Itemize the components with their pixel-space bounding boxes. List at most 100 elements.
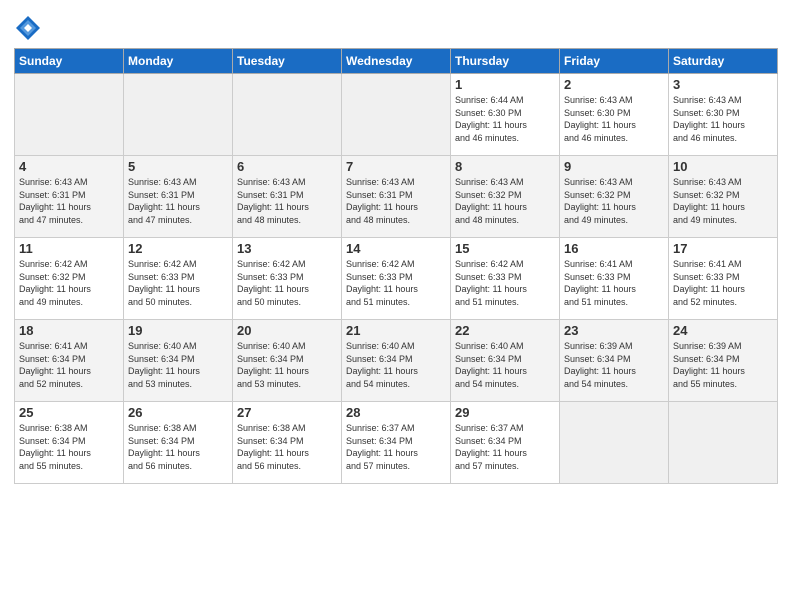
day-info: Sunrise: 6:42 AMSunset: 6:33 PMDaylight:… <box>237 258 337 308</box>
day-cell: 25 Sunrise: 6:38 AMSunset: 6:34 PMDayligh… <box>15 402 124 484</box>
day-cell: 27 Sunrise: 6:38 AMSunset: 6:34 PMDayligh… <box>233 402 342 484</box>
day-info: Sunrise: 6:42 AMSunset: 6:33 PMDaylight:… <box>455 258 555 308</box>
day-cell: 15Sunrise: 6:42 AMSunset: 6:33 PMDayligh… <box>451 238 560 320</box>
day-info: Sunrise: 6:37 AMSunset: 6:34 PMDaylight:… <box>346 422 446 472</box>
header <box>14 10 778 42</box>
day-cell <box>233 74 342 156</box>
day-cell: 24 Sunrise: 6:39 AMSunset: 6:34 PMDayligh… <box>669 320 778 402</box>
col-header-saturday: Saturday <box>669 49 778 74</box>
day-info: Sunrise: 6:40 AMSunset: 6:34 PMDaylight:… <box>237 340 337 390</box>
day-info: Sunrise: 6:41 AMSunset: 6:33 PMDaylight:… <box>564 258 664 308</box>
day-info: Sunrise: 6:38 AMSunset: 6:34 PMDaylight:… <box>19 422 119 472</box>
day-info: Sunrise: 6:39 AMSunset: 6:34 PMDaylight:… <box>564 340 664 390</box>
day-info: Sunrise: 6:37 AMSunset: 6:34 PMDaylight:… <box>455 422 555 472</box>
day-number: 1 <box>455 77 555 92</box>
day-cell: 5 Sunrise: 6:43 AMSunset: 6:31 PMDaylight… <box>124 156 233 238</box>
day-info: Sunrise: 6:42 AMSunset: 6:33 PMDaylight:… <box>346 258 446 308</box>
day-number: 11 <box>19 241 119 256</box>
day-cell: 8Sunrise: 6:43 AMSunset: 6:32 PMDaylight… <box>451 156 560 238</box>
day-cell <box>560 402 669 484</box>
day-info: Sunrise: 6:40 AMSunset: 6:34 PMDaylight:… <box>128 340 228 390</box>
day-info: Sunrise: 6:43 AMSunset: 6:31 PMDaylight:… <box>237 176 337 226</box>
day-cell: 9 Sunrise: 6:43 AMSunset: 6:32 PMDaylight… <box>560 156 669 238</box>
day-cell <box>669 402 778 484</box>
day-info: Sunrise: 6:43 AMSunset: 6:32 PMDaylight:… <box>455 176 555 226</box>
day-cell: 16 Sunrise: 6:41 AMSunset: 6:33 PMDayligh… <box>560 238 669 320</box>
day-info: Sunrise: 6:38 AMSunset: 6:34 PMDaylight:… <box>128 422 228 472</box>
day-number: 16 <box>564 241 664 256</box>
day-number: 25 <box>19 405 119 420</box>
day-number: 29 <box>455 405 555 420</box>
day-number: 4 <box>19 159 119 174</box>
day-number: 5 <box>128 159 228 174</box>
day-number: 18 <box>19 323 119 338</box>
day-number: 20 <box>237 323 337 338</box>
col-header-monday: Monday <box>124 49 233 74</box>
day-number: 22 <box>455 323 555 338</box>
day-cell: 20 Sunrise: 6:40 AMSunset: 6:34 PMDayligh… <box>233 320 342 402</box>
day-cell: 29 Sunrise: 6:37 AMSunset: 6:34 PMDayligh… <box>451 402 560 484</box>
day-cell: 11 Sunrise: 6:42 AMSunset: 6:32 PMDayligh… <box>15 238 124 320</box>
day-cell: 26 Sunrise: 6:38 AMSunset: 6:34 PMDayligh… <box>124 402 233 484</box>
day-info: Sunrise: 6:41 AMSunset: 6:34 PMDaylight:… <box>19 340 119 390</box>
day-cell: 13 Sunrise: 6:42 AMSunset: 6:33 PMDayligh… <box>233 238 342 320</box>
day-number: 13 <box>237 241 337 256</box>
day-info: Sunrise: 6:39 AMSunset: 6:34 PMDaylight:… <box>673 340 773 390</box>
day-number: 17 <box>673 241 773 256</box>
day-cell <box>342 74 451 156</box>
day-number: 2 <box>564 77 664 92</box>
day-number: 23 <box>564 323 664 338</box>
day-cell: 6 Sunrise: 6:43 AMSunset: 6:31 PMDaylight… <box>233 156 342 238</box>
day-number: 26 <box>128 405 228 420</box>
day-info: Sunrise: 6:40 AMSunset: 6:34 PMDaylight:… <box>455 340 555 390</box>
day-info: Sunrise: 6:43 AMSunset: 6:31 PMDaylight:… <box>346 176 446 226</box>
day-number: 12 <box>128 241 228 256</box>
day-cell: 17 Sunrise: 6:41 AMSunset: 6:33 PMDayligh… <box>669 238 778 320</box>
logo-icon <box>14 14 42 42</box>
page: SundayMondayTuesdayWednesdayThursdayFrid… <box>0 0 792 494</box>
day-info: Sunrise: 6:43 AMSunset: 6:31 PMDaylight:… <box>128 176 228 226</box>
day-info: Sunrise: 6:43 AMSunset: 6:30 PMDaylight:… <box>564 94 664 144</box>
day-cell: 7 Sunrise: 6:43 AMSunset: 6:31 PMDaylight… <box>342 156 451 238</box>
day-cell: 19 Sunrise: 6:40 AMSunset: 6:34 PMDayligh… <box>124 320 233 402</box>
week-row-3: 18 Sunrise: 6:41 AMSunset: 6:34 PMDayligh… <box>15 320 778 402</box>
day-cell: 10Sunrise: 6:43 AMSunset: 6:32 PMDayligh… <box>669 156 778 238</box>
day-info: Sunrise: 6:42 AMSunset: 6:32 PMDaylight:… <box>19 258 119 308</box>
day-cell <box>15 74 124 156</box>
day-info: Sunrise: 6:43 AMSunset: 6:30 PMDaylight:… <box>673 94 773 144</box>
day-info: Sunrise: 6:43 AMSunset: 6:31 PMDaylight:… <box>19 176 119 226</box>
day-number: 24 <box>673 323 773 338</box>
day-cell: 28 Sunrise: 6:37 AMSunset: 6:34 PMDayligh… <box>342 402 451 484</box>
day-number: 7 <box>346 159 446 174</box>
week-row-4: 25 Sunrise: 6:38 AMSunset: 6:34 PMDayligh… <box>15 402 778 484</box>
day-number: 19 <box>128 323 228 338</box>
day-cell: 12 Sunrise: 6:42 AMSunset: 6:33 PMDayligh… <box>124 238 233 320</box>
week-row-2: 11 Sunrise: 6:42 AMSunset: 6:32 PMDayligh… <box>15 238 778 320</box>
day-info: Sunrise: 6:40 AMSunset: 6:34 PMDaylight:… <box>346 340 446 390</box>
day-cell: 23 Sunrise: 6:39 AMSunset: 6:34 PMDayligh… <box>560 320 669 402</box>
day-number: 10 <box>673 159 773 174</box>
col-header-sunday: Sunday <box>15 49 124 74</box>
day-number: 27 <box>237 405 337 420</box>
week-row-1: 4 Sunrise: 6:43 AMSunset: 6:31 PMDaylight… <box>15 156 778 238</box>
day-cell: 1 Sunrise: 6:44 AMSunset: 6:30 PMDaylight… <box>451 74 560 156</box>
col-header-tuesday: Tuesday <box>233 49 342 74</box>
day-cell: 2 Sunrise: 6:43 AMSunset: 6:30 PMDaylight… <box>560 74 669 156</box>
week-row-0: 1 Sunrise: 6:44 AMSunset: 6:30 PMDaylight… <box>15 74 778 156</box>
day-number: 9 <box>564 159 664 174</box>
day-number: 3 <box>673 77 773 92</box>
day-info: Sunrise: 6:41 AMSunset: 6:33 PMDaylight:… <box>673 258 773 308</box>
col-header-friday: Friday <box>560 49 669 74</box>
day-number: 14 <box>346 241 446 256</box>
day-info: Sunrise: 6:42 AMSunset: 6:33 PMDaylight:… <box>128 258 228 308</box>
day-info: Sunrise: 6:43 AMSunset: 6:32 PMDaylight:… <box>564 176 664 226</box>
day-cell: 14 Sunrise: 6:42 AMSunset: 6:33 PMDayligh… <box>342 238 451 320</box>
col-header-wednesday: Wednesday <box>342 49 451 74</box>
day-cell: 21Sunrise: 6:40 AMSunset: 6:34 PMDayligh… <box>342 320 451 402</box>
day-number: 28 <box>346 405 446 420</box>
col-header-thursday: Thursday <box>451 49 560 74</box>
day-info: Sunrise: 6:44 AMSunset: 6:30 PMDaylight:… <box>455 94 555 144</box>
day-number: 6 <box>237 159 337 174</box>
day-cell <box>124 74 233 156</box>
day-info: Sunrise: 6:38 AMSunset: 6:34 PMDaylight:… <box>237 422 337 472</box>
